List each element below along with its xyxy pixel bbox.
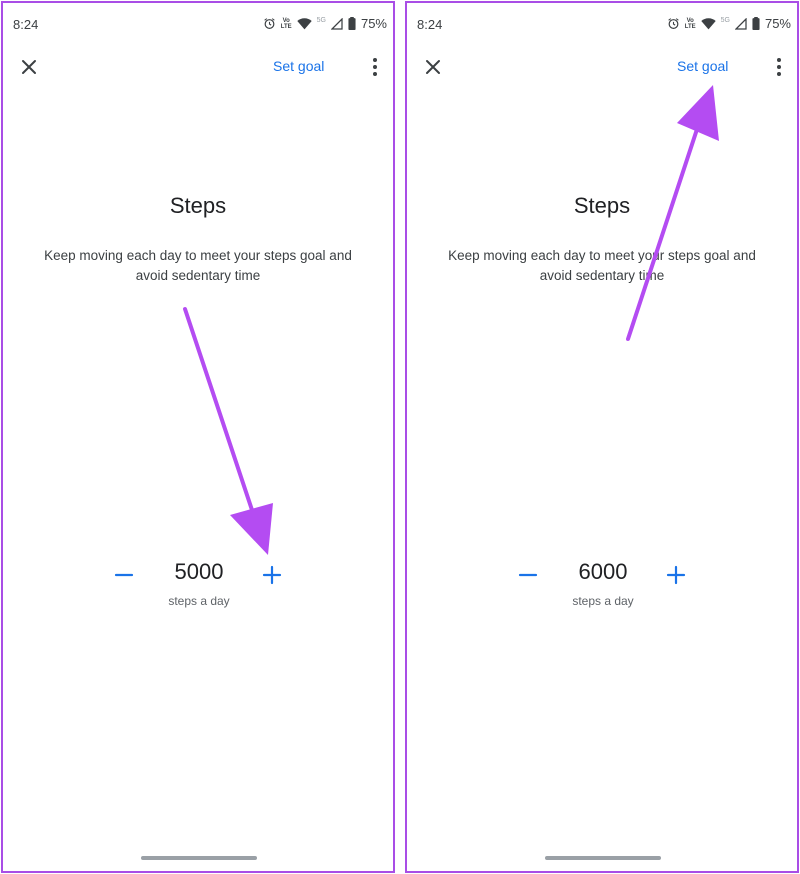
set-goal-button[interactable]: Set goal — [677, 58, 728, 74]
steps-value: 6000 — [578, 559, 628, 584]
wifi-icon — [700, 17, 716, 29]
battery-percent: 75% — [764, 16, 791, 31]
minus-icon[interactable] — [514, 561, 542, 589]
goal-description: Keep moving each day to meet your steps … — [448, 248, 756, 283]
wifi-icon — [296, 17, 312, 29]
close-icon[interactable] — [421, 55, 445, 79]
annotation-arrow — [183, 307, 273, 555]
status-icons: Vo LTE 5G 75% — [263, 16, 387, 31]
network-type: 5G — [720, 17, 730, 24]
battery-icon — [348, 17, 356, 30]
status-bar: 8:24 Vo LTE 5G 75% — [3, 3, 393, 47]
volte-indicator: Vo LTE — [280, 17, 292, 30]
steps-unit: steps a day — [572, 594, 634, 608]
steps-unit: steps a day — [168, 594, 230, 608]
toolbar: Set goal — [407, 47, 797, 87]
home-indicator[interactable] — [141, 856, 257, 860]
home-indicator[interactable] — [545, 856, 661, 860]
network-type: 5G — [316, 17, 326, 24]
battery-percent: 75% — [360, 16, 387, 31]
goal-description: Keep moving each day to meet your steps … — [44, 248, 352, 283]
screen-left: 8:24 Vo LTE 5G 75% Set goal Steps Keep m… — [1, 1, 395, 873]
steps-value: 5000 — [174, 559, 224, 584]
alarm-icon — [264, 18, 275, 29]
annotation-arrow — [626, 85, 719, 341]
toolbar: Set goal — [3, 47, 393, 87]
status-bar: 8:24 Vo LTE 5G 75% — [407, 3, 797, 47]
volte-indicator: Vo LTE — [684, 17, 696, 30]
screen-right: 8:24 Vo LTE 5G 75% Set goal Steps Keep m… — [405, 1, 799, 873]
plus-icon[interactable] — [258, 561, 286, 589]
more-vert-icon[interactable] — [363, 55, 387, 79]
status-time: 8:24 — [13, 17, 39, 32]
set-goal-button[interactable]: Set goal — [273, 58, 324, 74]
alarm-icon — [668, 18, 679, 29]
minus-icon[interactable] — [110, 561, 138, 589]
signal-icon — [734, 17, 747, 30]
steps-stepper: 6000 steps a day — [407, 559, 797, 619]
page-title: Steps — [169, 193, 227, 218]
signal-icon — [330, 17, 343, 30]
close-icon[interactable] — [17, 55, 41, 79]
page-title: Steps — [573, 193, 631, 218]
status-time: 8:24 — [417, 17, 443, 32]
more-vert-icon[interactable] — [767, 55, 791, 79]
status-icons: Vo LTE 5G 75% — [667, 16, 791, 31]
battery-icon — [752, 17, 760, 30]
plus-icon[interactable] — [662, 561, 690, 589]
steps-stepper: 5000 steps a day — [3, 559, 393, 619]
